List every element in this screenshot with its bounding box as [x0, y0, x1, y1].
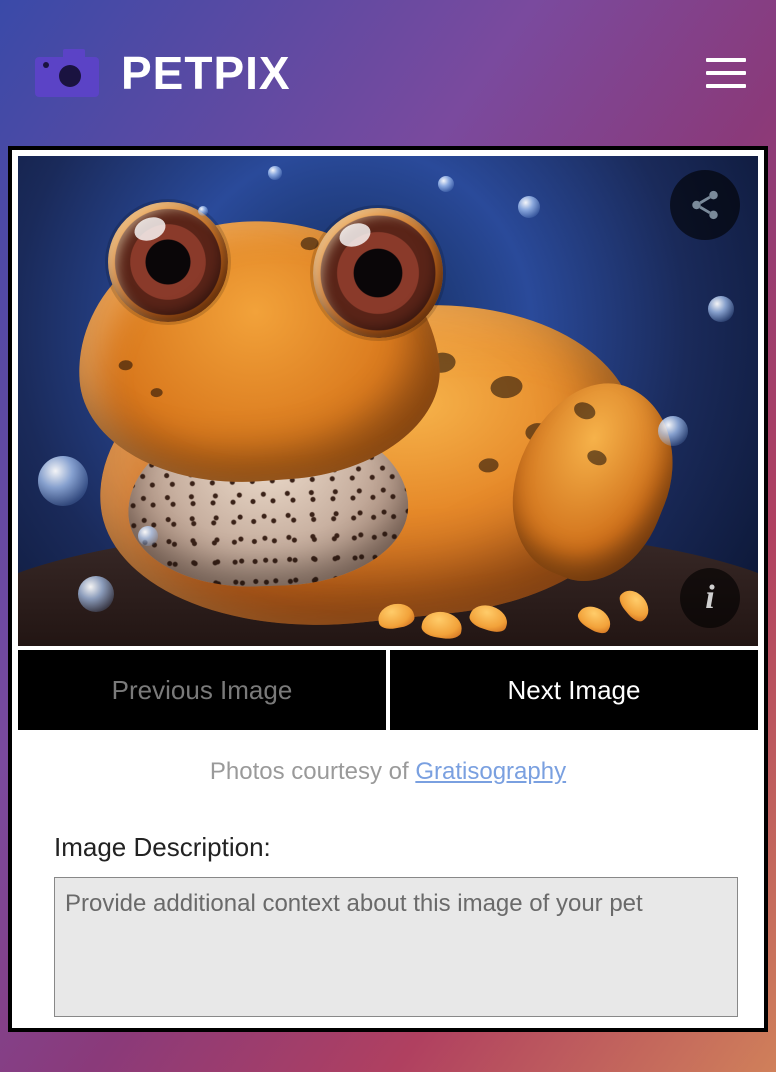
pet-card: i Previous Image Next Image Photos court…	[8, 146, 768, 1032]
info-button[interactable]: i	[680, 568, 740, 628]
pet-image: i	[18, 156, 758, 646]
share-button[interactable]	[670, 170, 740, 240]
description-input[interactable]	[54, 877, 738, 1017]
brand-title: PETPIX	[121, 46, 291, 100]
description-label: Image Description:	[54, 832, 722, 863]
app-header: PETPIX	[0, 0, 776, 146]
next-image-button[interactable]: Next Image	[390, 650, 758, 730]
previous-image-button[interactable]: Previous Image	[18, 650, 386, 730]
info-icon: i	[705, 579, 714, 617]
share-icon	[688, 188, 722, 222]
credit-link[interactable]: Gratisography	[415, 758, 566, 785]
camera-icon	[35, 49, 99, 97]
credit-prefix: Photos courtesy of	[210, 758, 415, 785]
photo-credit: Photos courtesy of Gratisography	[18, 758, 758, 786]
description-section: Image Description:	[18, 832, 758, 1022]
brand: PETPIX	[35, 46, 291, 100]
menu-icon[interactable]	[706, 58, 746, 88]
image-nav: Previous Image Next Image	[18, 650, 758, 730]
